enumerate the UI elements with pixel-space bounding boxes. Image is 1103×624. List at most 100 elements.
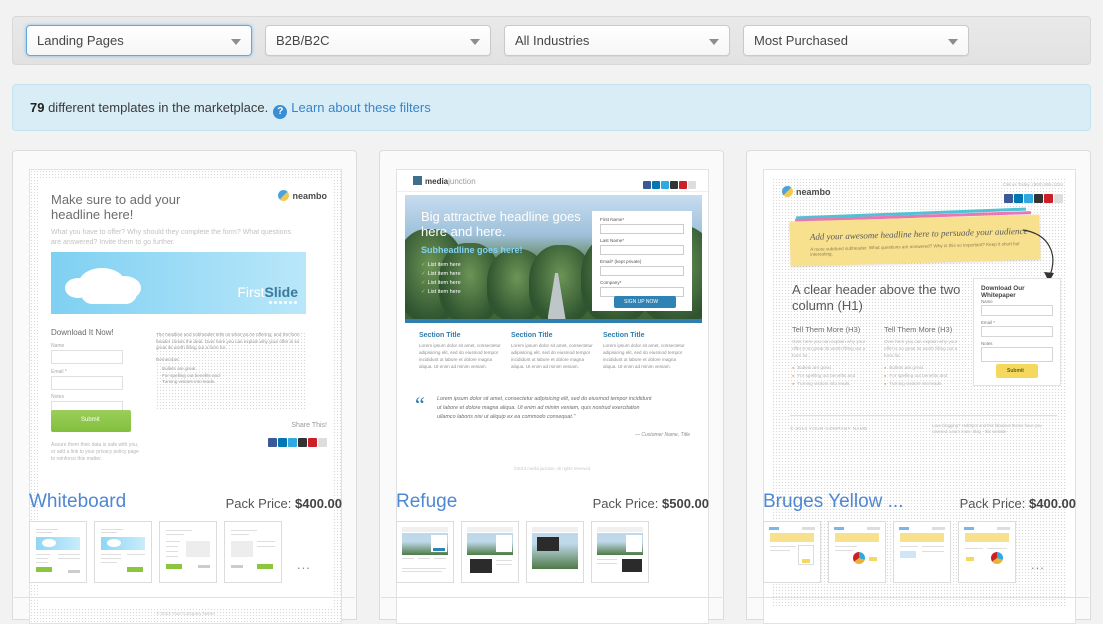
- template-price: Pack Price: $400.00: [225, 496, 342, 511]
- template-title-link[interactable]: Whiteboard: [29, 491, 126, 513]
- thumbnail-strip: ...: [763, 521, 1085, 587]
- preview-column: Tell Them More (H3) Over here you can ex…: [884, 325, 966, 388]
- preview-phone: Call us Today: (800) 555-1234: [1002, 182, 1063, 187]
- tumblr-icon: [1034, 194, 1043, 203]
- preview-credit: Love blogging? HubSpot and this fabulous…: [932, 423, 1042, 434]
- sort-filter-select[interactable]: Most Purchased: [743, 25, 969, 56]
- preview-subheadline: A more subdued subheader. What questions…: [810, 241, 1020, 257]
- template-card: mediajunction Big attractive headline go…: [379, 150, 724, 624]
- preview-section-title: Section Title: [419, 332, 461, 339]
- preview-column-title: Tell Them More (H3): [884, 325, 953, 334]
- preview-field-label: Last Name*: [600, 238, 625, 243]
- email-icon: [318, 438, 327, 447]
- preview-headline: Make sure to add your headline here!: [51, 192, 181, 222]
- preview-section-title: Section Title: [511, 332, 553, 339]
- question-mark-icon[interactable]: ?: [273, 105, 288, 119]
- info-banner: 79 different templates in the marketplac…: [12, 84, 1091, 131]
- preview-bullet: Bullets are great: [884, 364, 966, 372]
- pinterest-icon: [308, 438, 317, 447]
- chevron-down-icon: [709, 39, 719, 45]
- learn-about-filters-link[interactable]: Learn about these filters: [291, 100, 430, 115]
- preview-field-label: Notes: [981, 341, 993, 346]
- industry-filter-select[interactable]: All Industries: [504, 25, 730, 56]
- industry-filter-value: All Industries: [515, 33, 590, 48]
- preview-download-form: Download Our Whitepaper Name Email * Not…: [973, 278, 1061, 386]
- preview-bullet: Turning visitors into leads.: [884, 380, 966, 388]
- quote-icon: “: [415, 392, 425, 417]
- template-title-link[interactable]: Refuge: [396, 491, 457, 513]
- thumbnail[interactable]: [94, 521, 152, 583]
- preview-privacy-note: Assure them their data is safe with you,…: [51, 442, 139, 462]
- template-price: Pack Price: $500.00: [592, 496, 709, 511]
- thumbnail[interactable]: [763, 521, 821, 583]
- preview-hero-slide: FirstSlide: [51, 252, 306, 314]
- preview-logo: neambo: [782, 186, 831, 197]
- type-filter-select[interactable]: Landing Pages: [26, 25, 252, 56]
- thumbnail[interactable]: [396, 521, 454, 583]
- preview-column-title: Tell Them More (H3): [792, 325, 861, 334]
- preview-field-label: Name: [51, 343, 65, 349]
- preview-bullet: Bullets are great: [792, 364, 874, 372]
- thumbnail[interactable]: [828, 521, 886, 583]
- thumbnail[interactable]: [29, 521, 87, 583]
- info-sentence: different templates in the marketplace.: [44, 100, 269, 115]
- thumbnail[interactable]: [461, 521, 519, 583]
- preview-bullet: For spelling out benefits and: [792, 372, 874, 380]
- preview-footer: © 2013 Your Company Name: [156, 611, 215, 616]
- thumbnail[interactable]: [159, 521, 217, 583]
- linkedin-icon: [278, 438, 287, 447]
- preview-field-label: Email *: [981, 320, 995, 325]
- chevron-down-icon: [231, 39, 241, 45]
- thumbnail-strip: [396, 521, 718, 587]
- preview-signup-form: First Name* Last Name* Email* (kept priv…: [592, 211, 692, 311]
- type-filter-value: Landing Pages: [37, 33, 124, 48]
- preview-field-label: Name: [981, 299, 993, 304]
- preview-logo: neambo: [278, 190, 327, 201]
- chevron-down-icon: [470, 39, 480, 45]
- pinterest-icon: [1044, 194, 1053, 203]
- pinterest-icon: [679, 181, 687, 189]
- preview-section: Section Title Lorem ipsum dolor sit amet…: [603, 332, 688, 370]
- thumbnail[interactable]: [893, 521, 951, 583]
- preview-column-body: Over here you can explain why your offer…: [792, 339, 866, 358]
- preview-column-body: Over here you can explain why your offer…: [884, 339, 958, 358]
- preview-subheadline: What you have to offer? Why should they …: [51, 229, 291, 246]
- preview-logo: mediajunction: [413, 176, 476, 186]
- preview-section-title: Section Title: [603, 332, 645, 339]
- thumbnail[interactable]: [591, 521, 649, 583]
- email-icon: [1054, 194, 1063, 203]
- thumbnail[interactable]: [224, 521, 282, 583]
- preview-subheadline: Subheadline goes here!: [421, 245, 523, 255]
- template-card: Make sure to add your headline here! Wha…: [12, 150, 357, 624]
- preview-info-panel: The headline and subheader tells us what…: [156, 332, 306, 410]
- preview-bullet: For spelling out benefits and: [884, 372, 966, 380]
- audience-filter-select[interactable]: B2B/B2C: [265, 25, 491, 56]
- preview-field-label: Email *: [51, 369, 67, 375]
- mediajunction-logo-icon: [413, 176, 422, 185]
- twitter-icon: [661, 181, 669, 189]
- template-title-link[interactable]: Bruges Yellow ...: [763, 491, 903, 513]
- thumbnail[interactable]: [958, 521, 1016, 583]
- preview-footer: ©2013 media junction. All rights reserve…: [513, 466, 592, 471]
- preview-field-label: Notes: [51, 394, 65, 400]
- thumbnail-more-indicator: ...: [1031, 557, 1045, 572]
- preview-social-icons: [267, 434, 327, 452]
- carousel-dots: [267, 291, 297, 309]
- filter-bar: Landing Pages B2B/B2C All Industries Mos…: [12, 16, 1091, 65]
- preview-script-headline: Add your awesome headline here to persua…: [809, 225, 1028, 242]
- thumbnail[interactable]: [526, 521, 584, 583]
- thumbnail-more-indicator: ...: [297, 557, 311, 572]
- facebook-icon: [268, 438, 277, 447]
- preview-yellow-banner: Add your awesome headline here to persua…: [789, 214, 1041, 267]
- preview-column: Tell Them More (H3) Over here you can ex…: [792, 325, 874, 388]
- facebook-icon: [1004, 194, 1013, 203]
- template-count: 79: [30, 100, 45, 115]
- preview-submit-button: Submit: [51, 410, 131, 432]
- template-price: Pack Price: $400.00: [959, 496, 1076, 511]
- preview-section: Section Title Lorem ipsum dolor sit amet…: [419, 332, 504, 370]
- preview-list: ✓ List item here ✓ List item here ✓ List it…: [421, 262, 461, 295]
- preview-field-label: Email* (kept private): [600, 259, 642, 264]
- preview-share-label: Share This!: [291, 422, 327, 429]
- preview-navbar: mediajunction: [397, 170, 708, 192]
- preview-quote-author: — Customer Name, Title: [635, 432, 690, 438]
